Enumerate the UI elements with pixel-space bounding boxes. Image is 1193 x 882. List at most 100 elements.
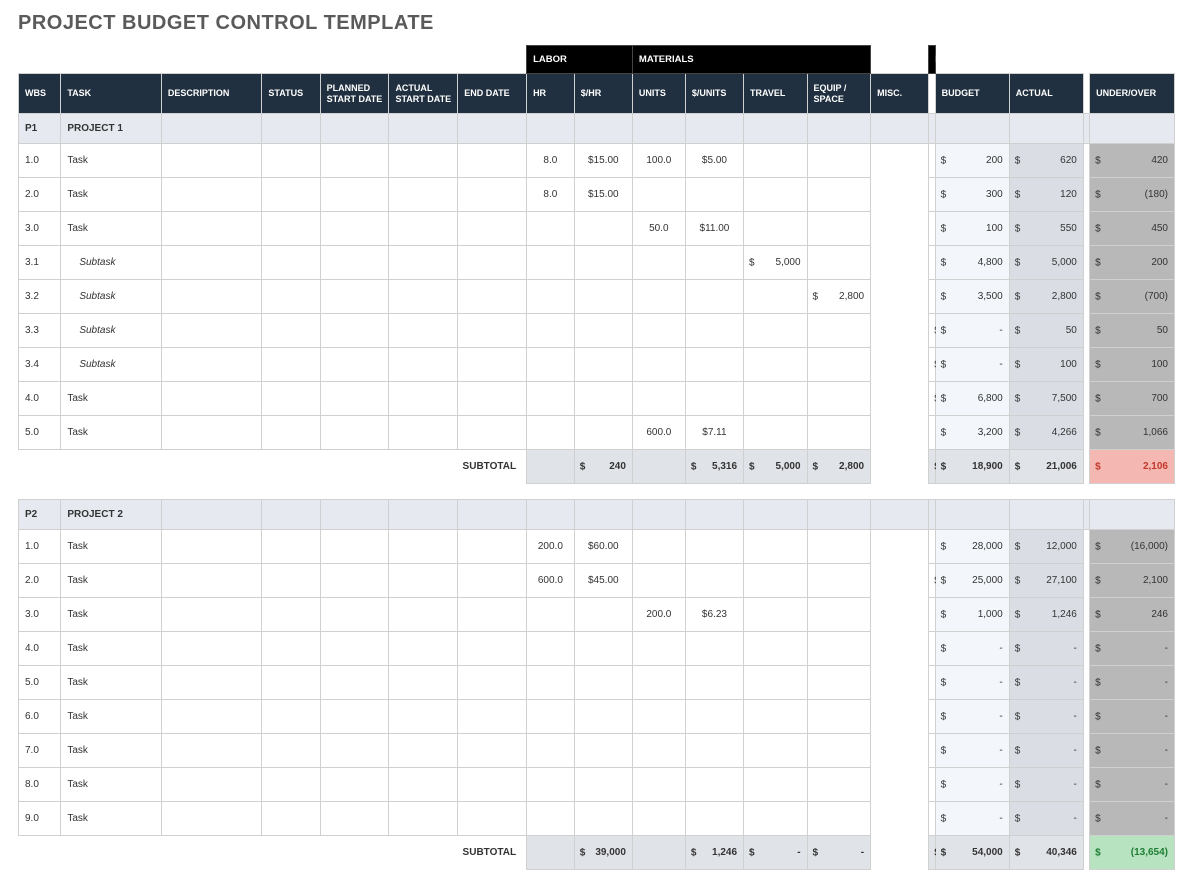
budget-cell[interactable]: $100 [935,212,1009,246]
wbs-cell[interactable]: 1.0 [19,530,61,564]
rate-units-cell[interactable] [685,564,743,598]
units-cell[interactable] [632,382,685,416]
actual-start-cell[interactable] [389,734,458,768]
actual-cell[interactable]: $7,500 [1009,382,1083,416]
rate-hr-cell[interactable] [574,212,632,246]
units-cell[interactable] [632,530,685,564]
actual-cell[interactable]: $- [1009,632,1083,666]
subtotal-equip[interactable]: $- [807,836,871,870]
actual-start-cell[interactable] [389,314,458,348]
planned-start-cell[interactable] [320,178,389,212]
planned-start-cell[interactable] [320,144,389,178]
actual-start-cell[interactable] [389,768,458,802]
under-over-cell[interactable]: $100 [1090,348,1175,382]
end-date-cell[interactable] [458,348,527,382]
task-cell[interactable]: Task [61,416,162,450]
task-cell[interactable]: Task [61,530,162,564]
subtotal-under-over[interactable]: $(13,654) [1090,836,1175,870]
wbs-cell[interactable]: 6.0 [19,700,61,734]
task-cell[interactable]: Subtask [61,314,162,348]
units-cell[interactable]: 600.0 [632,416,685,450]
units-cell[interactable] [632,178,685,212]
description-cell[interactable] [161,144,262,178]
equip-cell[interactable]: $2,800 [807,280,871,314]
under-over-cell[interactable]: $246 [1090,598,1175,632]
actual-start-cell[interactable] [389,802,458,836]
status-cell[interactable] [262,314,320,348]
end-date-cell[interactable] [458,632,527,666]
project-code[interactable]: P1 [19,114,61,144]
under-over-cell[interactable]: $420 [1090,144,1175,178]
description-cell[interactable] [161,246,262,280]
end-date-cell[interactable] [458,666,527,700]
subtotal-hr[interactable] [527,450,575,484]
status-cell[interactable] [262,348,320,382]
under-over-cell[interactable]: $200 [1090,246,1175,280]
subtotal-rate-hr[interactable]: $39,000 [574,836,632,870]
status-cell[interactable] [262,530,320,564]
hr-cell[interactable] [527,246,575,280]
subtotal-travel[interactable]: $5,000 [744,450,808,484]
actual-start-cell[interactable] [389,416,458,450]
rate-units-cell[interactable] [685,348,743,382]
wbs-cell[interactable]: 2.0 [19,564,61,598]
actual-cell[interactable]: $- [1009,802,1083,836]
hr-cell[interactable] [527,212,575,246]
equip-cell[interactable] [807,314,871,348]
subtotal-travel[interactable]: $- [744,836,808,870]
actual-cell[interactable]: $- [1009,666,1083,700]
actual-start-cell[interactable] [389,280,458,314]
subtotal-actual[interactable]: $40,346 [1009,836,1083,870]
hr-cell[interactable] [527,348,575,382]
rate-hr-cell[interactable]: $60.00 [574,530,632,564]
travel-cell[interactable] [744,666,808,700]
end-date-cell[interactable] [458,178,527,212]
units-cell[interactable] [632,280,685,314]
budget-cell[interactable]: $3,200 [935,416,1009,450]
rate-hr-cell[interactable] [574,382,632,416]
task-cell[interactable]: Task [61,212,162,246]
actual-start-cell[interactable] [389,564,458,598]
under-over-cell[interactable]: $- [1090,700,1175,734]
budget-cell[interactable]: $- [935,700,1009,734]
planned-start-cell[interactable] [320,348,389,382]
planned-start-cell[interactable] [320,666,389,700]
actual-start-cell[interactable] [389,348,458,382]
actual-cell[interactable]: $1,246 [1009,598,1083,632]
equip-cell[interactable] [807,598,871,632]
planned-start-cell[interactable] [320,280,389,314]
equip-cell[interactable] [807,700,871,734]
actual-cell[interactable]: $- [1009,768,1083,802]
rate-units-cell[interactable] [685,802,743,836]
units-cell[interactable]: 200.0 [632,598,685,632]
units-cell[interactable] [632,802,685,836]
description-cell[interactable] [161,700,262,734]
end-date-cell[interactable] [458,314,527,348]
description-cell[interactable] [161,632,262,666]
travel-cell[interactable] [744,212,808,246]
under-over-cell[interactable]: $450 [1090,212,1175,246]
hr-cell[interactable] [527,768,575,802]
travel-cell[interactable] [744,700,808,734]
description-cell[interactable] [161,212,262,246]
actual-cell[interactable]: $620 [1009,144,1083,178]
description-cell[interactable] [161,564,262,598]
planned-start-cell[interactable] [320,598,389,632]
end-date-cell[interactable] [458,768,527,802]
equip-cell[interactable] [807,802,871,836]
hr-cell[interactable]: 8.0 [527,144,575,178]
rate-hr-cell[interactable] [574,348,632,382]
actual-start-cell[interactable] [389,144,458,178]
task-cell[interactable]: Subtask [61,246,162,280]
actual-start-cell[interactable] [389,700,458,734]
status-cell[interactable] [262,632,320,666]
wbs-cell[interactable]: 5.0 [19,666,61,700]
budget-cell[interactable]: $1,000 [935,598,1009,632]
status-cell[interactable] [262,382,320,416]
task-cell[interactable]: Task [61,666,162,700]
status-cell[interactable] [262,802,320,836]
task-cell[interactable]: Task [61,564,162,598]
task-cell[interactable]: Task [61,598,162,632]
rate-units-cell[interactable]: $11.00 [685,212,743,246]
travel-cell[interactable] [744,802,808,836]
